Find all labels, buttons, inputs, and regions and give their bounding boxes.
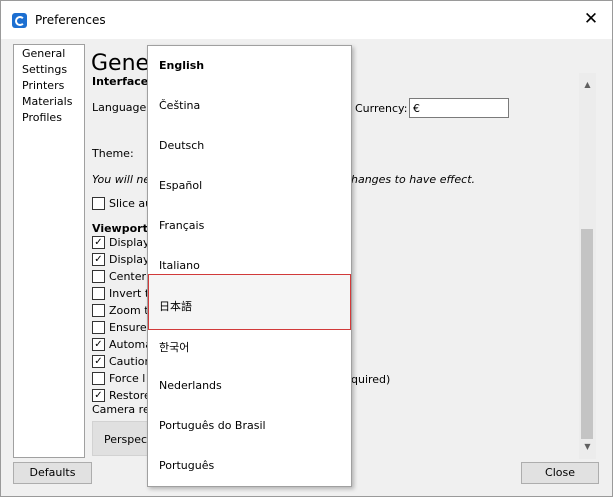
viewport-checkbox-label: Display	[109, 236, 150, 249]
language-label: Language:	[92, 101, 150, 114]
scrollbar-thumb[interactable]	[581, 229, 593, 439]
language-option-selected[interactable]: 日本語	[148, 274, 351, 330]
language-option[interactable]: Français	[148, 206, 351, 246]
language-option[interactable]: Nederlands	[148, 366, 351, 406]
viewport-checkbox-label: Force l	[109, 372, 146, 385]
scroll-down-arrow-icon[interactable]: ▼	[579, 441, 596, 453]
scroll-up-arrow-icon[interactable]: ▲	[579, 79, 596, 91]
theme-label: Theme:	[92, 147, 134, 160]
restart-note-start: You will ne	[92, 173, 151, 186]
language-option[interactable]: Português do Brasil	[148, 406, 351, 446]
currency-input[interactable]: €	[409, 98, 509, 118]
panel-scrollbar[interactable]: ▲ ▼	[579, 73, 596, 459]
sidebar-item-printers[interactable]: Printers	[22, 79, 64, 92]
viewport-checkbox[interactable]: ✓	[92, 389, 105, 402]
window-title: Preferences	[35, 13, 106, 27]
viewport-checkbox-label: Restore	[109, 389, 151, 402]
sidebar-item-settings[interactable]: Settings	[22, 63, 67, 76]
viewport-checkbox-label: Invert t	[109, 287, 150, 300]
defaults-button[interactable]: Defaults	[13, 462, 92, 484]
viewport-checkbox[interactable]: ✓	[92, 253, 105, 266]
viewport-checkbox[interactable]	[92, 372, 105, 385]
interface-section-label: Interface	[92, 75, 149, 88]
currency-label: Currency:	[355, 102, 408, 115]
viewport-checkbox-label: Display	[109, 253, 150, 266]
close-button[interactable]: Close	[521, 462, 599, 484]
viewport-checkbox[interactable]	[92, 270, 105, 283]
close-window-button[interactable]: ✕	[581, 9, 601, 29]
sidebar-item-general[interactable]: General	[22, 47, 65, 60]
language-option[interactable]: Deutsch	[148, 126, 351, 166]
viewport-checkbox-label: Automa	[109, 338, 152, 351]
viewport-checkbox[interactable]: ✓	[92, 338, 105, 351]
restart-note-end: hanges to have effect.	[351, 173, 476, 186]
viewport-checkbox[interactable]	[92, 304, 105, 317]
title-bar: Preferences ✕	[1, 1, 612, 39]
language-option[interactable]: 한국어	[148, 326, 351, 366]
sidebar-item-profiles[interactable]: Profiles	[22, 111, 62, 124]
force-layer-note: quired)	[351, 373, 391, 386]
viewport-checkbox[interactable]: ✓	[92, 236, 105, 249]
language-option[interactable]: Español	[148, 166, 351, 206]
viewport-checkbox[interactable]	[92, 321, 105, 334]
viewport-checkbox-label: Ensure	[109, 321, 147, 334]
preferences-window: Preferences ✕ General Settings Printers …	[0, 0, 613, 497]
sidebar-item-materials[interactable]: Materials	[22, 95, 72, 108]
slice-automatically-checkbox[interactable]	[92, 197, 105, 210]
viewport-section-label: Viewport	[92, 222, 148, 235]
camera-rendering-value: Perspect	[104, 433, 152, 446]
language-option[interactable]: English	[148, 46, 351, 86]
cura-logo-icon	[12, 13, 27, 28]
viewport-checkbox[interactable]	[92, 287, 105, 300]
viewport-checkbox-label: Zoom t	[109, 304, 149, 317]
language-option[interactable]: Português	[148, 446, 351, 486]
language-dropdown-list: English Čeština Deutsch Español Français…	[147, 45, 352, 487]
viewport-checkbox[interactable]: ✓	[92, 355, 105, 368]
preferences-sidebar: General Settings Printers Materials Prof…	[13, 44, 85, 458]
language-option[interactable]: Čeština	[148, 86, 351, 126]
viewport-checkbox-label: Caution	[109, 355, 152, 368]
viewport-checkbox-label: Center	[109, 270, 147, 283]
slice-automatically-label: Slice au	[109, 197, 153, 210]
